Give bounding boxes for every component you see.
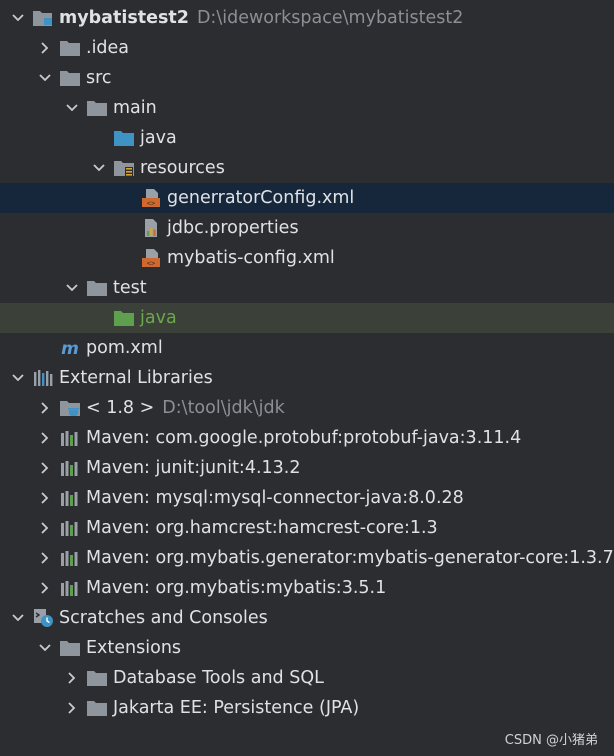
xml-file-icon: <> bbox=[140, 248, 162, 268]
chevron-down-icon[interactable] bbox=[91, 160, 107, 176]
tree-label: jdbc.properties bbox=[167, 218, 299, 238]
chevron-down-icon[interactable] bbox=[37, 70, 53, 86]
tree-label: generratorConfig.xml bbox=[167, 188, 355, 208]
tree-label: Maven: org.hamcrest:hamcrest-core:1.3 bbox=[86, 518, 438, 538]
tree-label: pom.xml bbox=[86, 338, 163, 358]
chevron-right-icon[interactable] bbox=[37, 550, 53, 566]
tree-label: java bbox=[140, 128, 177, 148]
tree-row-scratches[interactable]: Scratches and Consoles bbox=[0, 603, 614, 633]
tree-row-library[interactable]: Maven: junit:junit:4.13.2 bbox=[0, 453, 614, 483]
library-icon bbox=[59, 578, 81, 598]
folder-icon bbox=[86, 698, 108, 718]
tree-label: < 1.8 > bbox=[86, 398, 155, 418]
project-tree: mybatistest2 D:\ideworkspace\mybatistest… bbox=[0, 3, 614, 723]
tree-label: Scratches and Consoles bbox=[59, 608, 268, 628]
tree-label: Extensions bbox=[86, 638, 182, 658]
tree-label: External Libraries bbox=[59, 368, 213, 388]
library-icon bbox=[59, 428, 81, 448]
tree-row-test[interactable]: test bbox=[0, 273, 614, 303]
tree-row-jdk[interactable]: < 1.8 > D:\tool\jdk\jdk bbox=[0, 393, 614, 423]
source-folder-icon bbox=[113, 128, 135, 148]
tree-row-library[interactable]: Maven: org.hamcrest:hamcrest-core:1.3 bbox=[0, 513, 614, 543]
folder-icon bbox=[86, 98, 108, 118]
tree-label: resources bbox=[140, 158, 225, 178]
tree-label: src bbox=[86, 68, 112, 88]
libraries-icon bbox=[32, 368, 54, 388]
chevron-right-icon[interactable] bbox=[64, 700, 80, 716]
resources-folder-icon bbox=[113, 158, 135, 178]
tree-row-jdbc-properties[interactable]: jdbc.properties bbox=[0, 213, 614, 243]
folder-icon bbox=[59, 638, 81, 658]
chevron-down-icon[interactable] bbox=[37, 640, 53, 656]
library-icon bbox=[59, 518, 81, 538]
chevron-down-icon[interactable] bbox=[10, 610, 26, 626]
watermark: CSDN @小猪弟 bbox=[504, 733, 598, 748]
svg-text:<>: <> bbox=[147, 200, 155, 208]
tree-label: main bbox=[113, 98, 157, 118]
scratches-icon bbox=[32, 608, 54, 628]
tree-row-external-libraries[interactable]: External Libraries bbox=[0, 363, 614, 393]
maven-icon: m bbox=[59, 338, 81, 358]
tree-row-pom[interactable]: m pom.xml bbox=[0, 333, 614, 363]
tree-label: mybatis-config.xml bbox=[167, 248, 335, 268]
tree-row-library[interactable]: Maven: mysql:mysql-connector-java:8.0.28 bbox=[0, 483, 614, 513]
svg-text:m: m bbox=[61, 339, 79, 357]
tree-row-library[interactable]: Maven: com.google.protobuf:protobuf-java… bbox=[0, 423, 614, 453]
svg-text:<>: <> bbox=[147, 260, 155, 268]
library-icon bbox=[59, 488, 81, 508]
folder-icon bbox=[86, 278, 108, 298]
folder-icon bbox=[59, 38, 81, 58]
tree-row-src[interactable]: src bbox=[0, 63, 614, 93]
tree-label: Maven: com.google.protobuf:protobuf-java… bbox=[86, 428, 522, 448]
test-folder-icon bbox=[113, 308, 135, 328]
tree-row-project[interactable]: mybatistest2 D:\ideworkspace\mybatistest… bbox=[0, 3, 614, 33]
tree-label: test bbox=[113, 278, 147, 298]
tree-row-main[interactable]: main bbox=[0, 93, 614, 123]
tree-label: .idea bbox=[86, 38, 130, 58]
tree-label: Maven: junit:junit:4.13.2 bbox=[86, 458, 301, 478]
chevron-down-icon[interactable] bbox=[64, 280, 80, 296]
chevron-right-icon[interactable] bbox=[37, 430, 53, 446]
tree-row-resources[interactable]: resources bbox=[0, 153, 614, 183]
chevron-down-icon[interactable] bbox=[10, 370, 26, 386]
properties-file-icon bbox=[140, 218, 162, 238]
tree-row-main-java[interactable]: java bbox=[0, 123, 614, 153]
chevron-down-icon[interactable] bbox=[10, 10, 26, 26]
tree-row-extension-item[interactable]: Jakarta EE: Persistence (JPA) bbox=[0, 693, 614, 723]
jdk-path: D:\tool\jdk\jdk bbox=[162, 398, 285, 418]
chevron-right-icon[interactable] bbox=[37, 460, 53, 476]
chevron-right-icon[interactable] bbox=[37, 40, 53, 56]
tree-row-library[interactable]: Maven: org.mybatis:mybatis:3.5.1 bbox=[0, 573, 614, 603]
project-path: D:\ideworkspace\mybatistest2 bbox=[196, 8, 464, 28]
tree-label: java bbox=[140, 308, 177, 328]
folder-icon bbox=[86, 668, 108, 688]
tree-row-idea[interactable]: .idea bbox=[0, 33, 614, 63]
jdk-folder-icon bbox=[59, 398, 81, 418]
tree-row-extensions[interactable]: Extensions bbox=[0, 633, 614, 663]
chevron-right-icon[interactable] bbox=[37, 520, 53, 536]
tree-label: Maven: org.mybatis.generator:mybatis-gen… bbox=[86, 548, 614, 568]
chevron-right-icon[interactable] bbox=[37, 490, 53, 506]
chevron-right-icon[interactable] bbox=[37, 580, 53, 596]
tree-row-library[interactable]: Maven: org.mybatis.generator:mybatis-gen… bbox=[0, 543, 614, 573]
xml-file-icon: <> bbox=[140, 188, 162, 208]
tree-label: Database Tools and SQL bbox=[113, 668, 324, 688]
tree-row-extension-item[interactable]: Database Tools and SQL bbox=[0, 663, 614, 693]
tree-row-generator-config[interactable]: <> generratorConfig.xml bbox=[0, 183, 614, 213]
project-name: mybatistest2 bbox=[59, 8, 189, 28]
tree-label: Jakarta EE: Persistence (JPA) bbox=[113, 698, 360, 718]
tree-label: Maven: mysql:mysql-connector-java:8.0.28 bbox=[86, 488, 464, 508]
tree-row-test-java[interactable]: java bbox=[0, 303, 614, 333]
chevron-right-icon[interactable] bbox=[37, 400, 53, 416]
chevron-right-icon[interactable] bbox=[64, 670, 80, 686]
library-icon bbox=[59, 548, 81, 568]
library-icon bbox=[59, 458, 81, 478]
folder-icon bbox=[59, 68, 81, 88]
tree-row-mybatis-config[interactable]: <> mybatis-config.xml bbox=[0, 243, 614, 273]
chevron-down-icon[interactable] bbox=[64, 100, 80, 116]
module-folder-icon bbox=[32, 8, 54, 28]
tree-label: Maven: org.mybatis:mybatis:3.5.1 bbox=[86, 578, 387, 598]
